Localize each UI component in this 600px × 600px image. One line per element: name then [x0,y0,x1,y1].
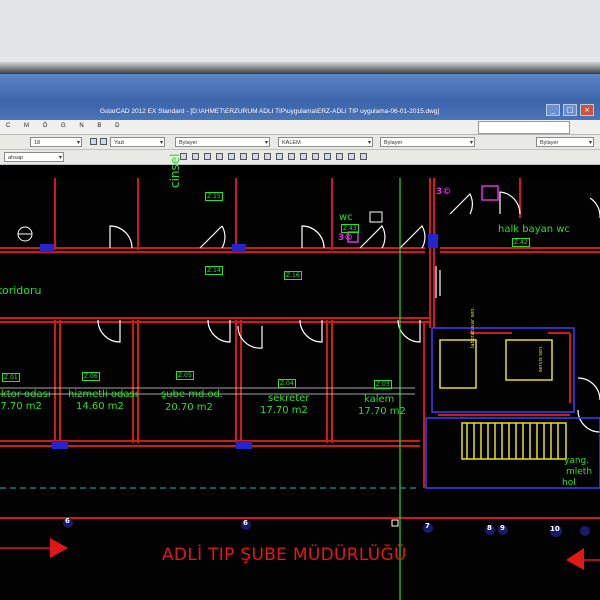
room-area: 17.70 m2 [358,406,406,417]
room-area: 17.70 m2 [260,405,308,416]
circle-icon[interactable] [204,153,211,160]
mirror-icon[interactable] [336,153,343,160]
text-style-combo[interactable]: 18 [30,137,82,148]
yellow-elements [439,339,567,460]
cinsel-label: cinsel [168,153,182,188]
fire-hall-label-2: mleth [566,467,593,477]
monitor-edge [0,62,600,74]
room-tag: Z.06 [82,372,100,381]
trim-icon[interactable] [300,153,307,160]
window-controls: _ □ × [546,104,594,116]
top-tag: Z.14 [205,266,223,275]
room-name: kalem [364,394,395,405]
layer-state-combo[interactable]: ahsap [4,152,64,163]
menu-bar: C M Ö G N B D [0,120,600,135]
axis-number: 6 [65,517,70,525]
fire-hall-label-1: yang. [564,456,590,466]
axis-number: 10 [550,525,560,533]
toolbar-icon[interactable] [90,138,97,145]
hatch-icon[interactable] [240,153,247,160]
menu-item[interactable]: M [18,120,35,129]
layer-combo[interactable]: Yazi [110,137,165,148]
wc-label: wc [339,212,353,223]
room-name: sekreter [268,393,310,404]
minimize-button[interactable]: _ [546,104,560,116]
corridor-label: koridoru [0,284,42,297]
close-button[interactable]: × [580,104,594,116]
svg-text:3©: 3© [436,187,451,197]
extend-icon[interactable] [312,153,319,160]
menu-item[interactable]: B [91,120,107,129]
help-search-input[interactable] [478,121,570,134]
menu-item[interactable]: D [109,120,125,129]
axis-number: 7 [425,522,430,530]
scale-icon[interactable] [288,153,295,160]
menu-item[interactable]: G [55,120,72,129]
axis-number: 8 [487,524,492,532]
axis-number: 9 [500,524,505,532]
room-tag: Z.05 [176,371,194,380]
menu-item[interactable]: N [73,120,89,129]
axis-number: 6 [243,519,248,527]
fixtures [17,211,383,242]
offset-icon[interactable] [324,153,331,160]
halk-wc-tag: Z.42 [512,238,530,247]
linetype-combo[interactable]: KALEM [278,137,373,148]
rotate-icon[interactable] [276,153,283,160]
properties-toolbar: 18 Yazi Bylayer KALEM Bylayer Bylayer [0,135,600,150]
room-area: 17.70 m2 [0,401,42,412]
polyline-icon[interactable] [192,153,199,160]
screen: GstarCAD 2012 EX Standard - [D:\AHMET\ER… [0,74,600,600]
room-name: hizmetli odası [68,389,138,400]
move-icon[interactable] [252,153,259,160]
halk-wc-label: halk bayan wc [498,224,570,235]
array-icon[interactable] [348,153,355,160]
room-area: 14.60 m2 [76,401,124,412]
plot-style-combo[interactable]: Bylayer [536,137,594,148]
color-combo[interactable]: Bylayer [175,137,270,148]
arc-icon[interactable] [216,153,223,160]
drawing-main-title: ADLİ TIP ŞUBE MÜDÜRLÜĞÜ [162,545,407,565]
room-area: 20.70 m2 [165,402,213,413]
menu-item[interactable]: C [0,120,16,129]
room-tag: Z.03 [374,380,392,389]
room-tag: Z.04 [278,379,296,388]
room-tag: Z.01 [2,373,20,382]
toolbar-icon[interactable] [100,138,107,145]
lab-cabinet-label: laboratuvar sen. [470,306,476,348]
axis-numbers [63,518,590,537]
lineweight-combo[interactable]: Bylayer [380,137,475,148]
maximize-button[interactable]: □ [563,104,577,116]
menu-item[interactable]: Ö [37,120,54,129]
window-title: GstarCAD 2012 EX Standard - [D:\AHMET\ER… [100,108,440,115]
wc-tag: Z.43 [341,224,359,233]
room-name: şube md.od. [161,389,224,400]
fire-hall-label-3: hol [562,478,576,488]
copy-icon[interactable] [264,153,271,160]
text-icon[interactable] [360,153,367,160]
draw-toolbar: ahsap [0,150,600,165]
title-bar[interactable]: GstarCAD 2012 EX Standard - [D:\AHMET\ER… [0,74,600,120]
service-cabinet-label: servis sen. [538,345,544,372]
rectangle-icon[interactable] [228,153,235,160]
room-name: laktor odası [0,389,51,400]
svg-text:3©: 3© [338,233,353,243]
top-tag: Z.16 [284,271,302,280]
cinsel-tag: Z.15 [205,192,223,201]
ucs-marker [391,519,399,527]
